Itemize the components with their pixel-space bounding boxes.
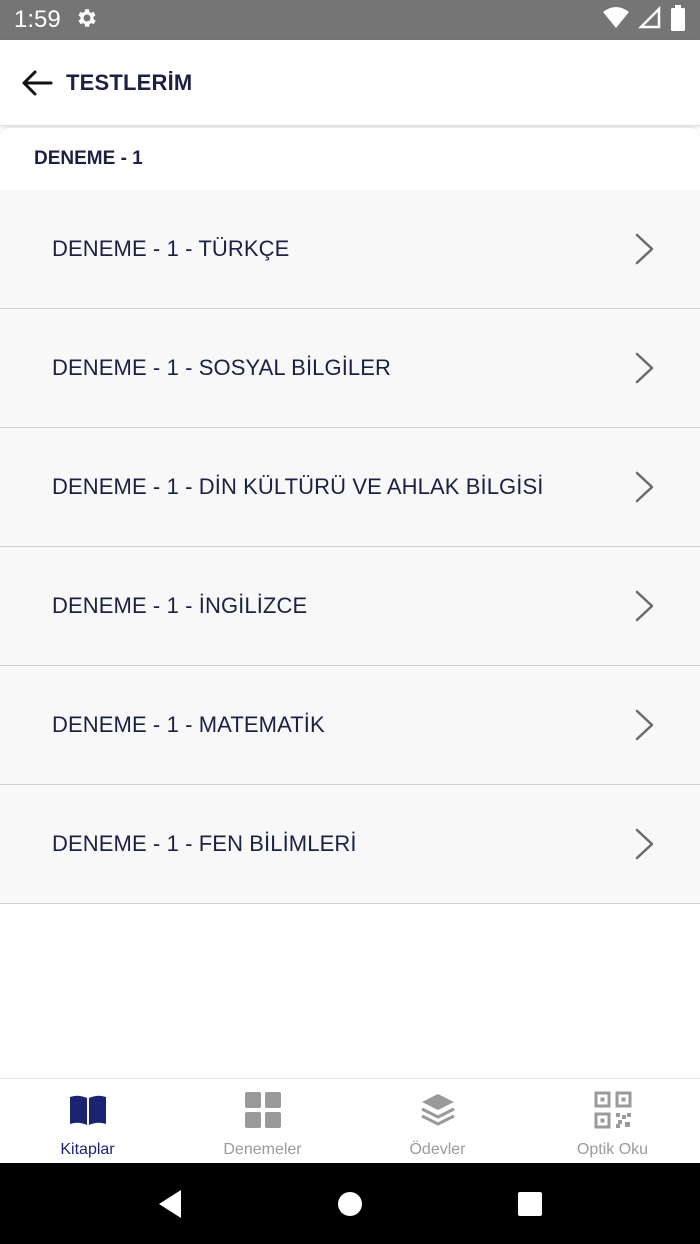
chevron-right-icon [635, 828, 654, 860]
grid-icon [244, 1089, 282, 1131]
system-back-button[interactable] [140, 1174, 200, 1234]
status-left: 1:59 [14, 6, 99, 35]
wifi-icon [602, 6, 630, 35]
page-title: TESTLERİM [66, 69, 193, 95]
signal-icon [637, 5, 662, 35]
system-home-button[interactable] [320, 1174, 380, 1234]
square-recents-icon [518, 1191, 542, 1216]
nav-item-optik-oku[interactable]: Optik Oku [525, 1079, 700, 1163]
nav-item-denemeler[interactable]: Denemeler [175, 1079, 350, 1163]
test-list: DENEME - 1 - TÜRKÇE DENEME - 1 - SOSYAL … [0, 190, 700, 904]
list-item-label: DENEME - 1 - İNGİLİZCE [52, 593, 308, 618]
list-item-matematik[interactable]: DENEME - 1 - MATEMATİK [0, 666, 700, 785]
list-item-label: DENEME - 1 - TÜRKÇE [52, 236, 290, 261]
nav-label: Ödevler [409, 1141, 466, 1158]
circle-home-icon [338, 1191, 362, 1216]
book-icon [68, 1089, 108, 1131]
system-recents-button[interactable] [500, 1174, 560, 1234]
status-bar: 1:59 [0, 0, 700, 40]
list-item-turkce[interactable]: DENEME - 1 - TÜRKÇE [0, 190, 700, 309]
section-header: DENEME - 1 [34, 148, 143, 169]
list-item-ingilizce[interactable]: DENEME - 1 - İNGİLİZCE [0, 547, 700, 666]
nav-label: Optik Oku [576, 1141, 649, 1158]
list-item-label: DENEME - 1 - FEN BİLİMLERİ [52, 831, 357, 856]
nav-label: Kitaplar [60, 1141, 115, 1158]
list-item-label: DENEME - 1 - SOSYAL BİLGİLER [52, 355, 392, 380]
status-right [602, 4, 686, 36]
chevron-right-icon [635, 709, 654, 741]
list-item-sosyal-bilgiler[interactable]: DENEME - 1 - SOSYAL BİLGİLER [0, 309, 700, 428]
back-button[interactable] [20, 66, 54, 100]
layers-icon [419, 1089, 457, 1131]
qr-code-icon [594, 1089, 632, 1131]
system-nav-bar [0, 1163, 700, 1244]
arrow-left-icon [22, 70, 53, 95]
settings-icon [75, 6, 99, 35]
triangle-back-icon [159, 1189, 181, 1218]
content-card: DENEME - 1 DENEME - 1 - TÜRKÇE DENEME - … [0, 128, 700, 1076]
status-time: 1:59 [14, 6, 61, 33]
list-item-label: DENEME - 1 - MATEMATİK [52, 712, 325, 737]
nav-item-kitaplar[interactable]: Kitaplar [0, 1079, 175, 1163]
app-bar: TESTLERİM [0, 40, 700, 126]
list-item-din-kulturu[interactable]: DENEME - 1 - DİN KÜLTÜRÜ VE AHLAK BİLGİS… [0, 428, 700, 547]
bottom-nav: Kitaplar Denemeler Ödevler Optik Oku [0, 1078, 700, 1163]
chevron-right-icon [635, 233, 654, 265]
chevron-right-icon [635, 352, 654, 384]
list-item-label: DENEME - 1 - DİN KÜLTÜRÜ VE AHLAK BİLGİS… [52, 474, 544, 499]
battery-icon [670, 4, 686, 36]
chevron-right-icon [635, 590, 654, 622]
chevron-right-icon [635, 471, 654, 503]
nav-label: Denemeler [223, 1141, 302, 1158]
nav-item-odevler[interactable]: Ödevler [350, 1079, 525, 1163]
list-item-fen-bilimleri[interactable]: DENEME - 1 - FEN BİLİMLERİ [0, 785, 700, 904]
